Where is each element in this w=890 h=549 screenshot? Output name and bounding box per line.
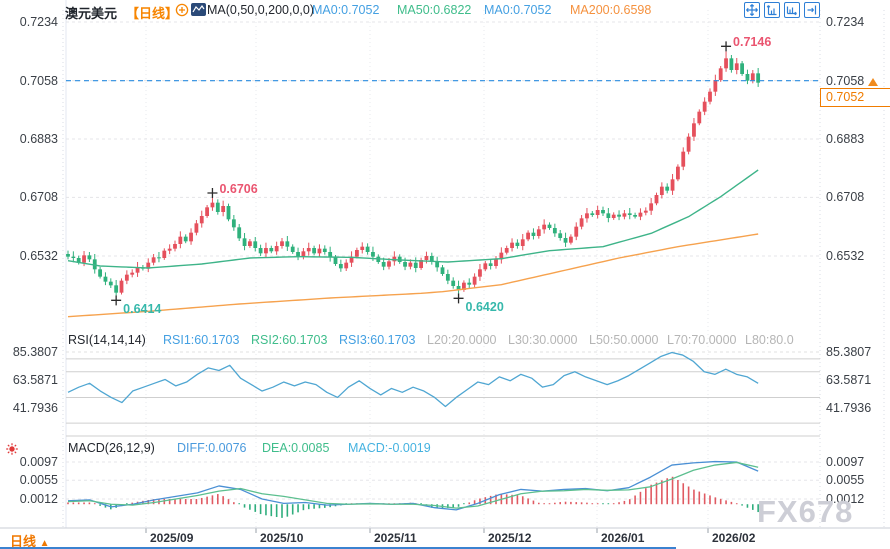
price-axis-label-left: 0.6708 — [19, 190, 58, 205]
time-axis-label: 2025/12 — [488, 531, 532, 545]
rsi-axis-label-left: 41.7936 — [12, 401, 58, 415]
price-axis-label-right: 0.6708 — [826, 190, 865, 205]
go-to-latest-icon[interactable] — [804, 2, 820, 18]
rsi-legend-item: RSI2:60.1703 — [251, 333, 328, 347]
rsi-legend-item: RSI1:60.1703 — [163, 333, 240, 347]
scale-horizontal-icon[interactable] — [784, 2, 800, 18]
macd-axis-label-left: 0.0012 — [19, 491, 58, 506]
rsi-function-label: RSI(14,14,14) — [68, 333, 146, 347]
ma-legend-item: MA200:0.6598 — [570, 3, 652, 17]
price-axis-label-right: 0.7058 — [826, 73, 865, 88]
price-marker-label: 0.6420 — [465, 300, 504, 315]
price-marker-label: 0.7146 — [733, 35, 772, 50]
tab-daily[interactable]: 日线 ▲ — [10, 531, 50, 549]
current-price-badge: 0.7052 — [820, 88, 890, 107]
rsi-level-label: L70:70.0000 — [667, 333, 737, 347]
macd-axis-label-right: 0.0097 — [826, 455, 865, 469]
price-axis-label-left: 0.6532 — [19, 249, 58, 263]
rsi-axis-label-left: 63.5871 — [12, 373, 58, 387]
tab-daily-label: 日线 — [10, 534, 37, 549]
macd-axis-label-left: 0.0097 — [19, 455, 58, 469]
price-axis-label-left: 0.6883 — [19, 132, 58, 146]
rsi-level-label: L30:30.0000 — [508, 333, 578, 347]
macd-legend-item: DEA:0.0085 — [262, 441, 330, 455]
time-axis-label: 2026/01 — [601, 531, 645, 545]
macd-legend-item: MACD:-0.0019 — [348, 441, 431, 455]
scale-vertical-icon[interactable] — [764, 2, 780, 18]
time-axis-label: 2025/09 — [150, 531, 194, 545]
rsi-axis-label-right: 63.5871 — [826, 373, 872, 387]
pan-icon[interactable] — [744, 2, 760, 18]
symbol-title: 澳元美元 — [65, 6, 118, 21]
rsi-level-label: L80:80.0 — [745, 333, 794, 347]
chevron-up-icon: ▲ — [39, 538, 50, 549]
price-axis-label-right: 0.6532 — [826, 249, 865, 263]
price-up-arrow-icon — [868, 78, 878, 86]
mini-chart-icon[interactable] — [191, 3, 207, 18]
plus-circle-icon[interactable] — [175, 3, 191, 18]
chart-canvas[interactable] — [0, 0, 890, 549]
period-label: 【日线】 — [126, 6, 179, 21]
price-axis-label-right: 0.7234 — [826, 15, 865, 29]
watermark: FX678 — [757, 494, 854, 529]
macd-function-label: MACD(26,12,9) — [68, 441, 155, 455]
price-marker-label: 0.6414 — [123, 302, 162, 317]
time-axis-label: 2026/02 — [712, 531, 756, 545]
macd-legend-item: DIFF:0.0076 — [177, 441, 247, 455]
rsi-axis-label-right: 85.3807 — [826, 345, 872, 359]
time-axis-label: 2025/10 — [260, 531, 304, 545]
ma-legend-item: MA50:0.6822 — [397, 3, 472, 17]
rsi-axis-label-right: 41.7936 — [826, 401, 872, 415]
price-marker-label: 0.6706 — [219, 182, 258, 196]
rsi-axis-label-left: 85.3807 — [12, 345, 58, 359]
ma-legend-item: MA0:0.7052 — [312, 3, 380, 17]
ma-legend-item: MA0:0.7052 — [484, 3, 552, 17]
chart-app: 澳元美元 【日线】 MA(0,50,0,200,0,0) MA0:0.7052 M… — [0, 0, 890, 549]
rsi-level-label: L50:50.0000 — [589, 333, 659, 347]
time-axis-label: 2025/11 — [374, 531, 417, 545]
rsi-level-label: L20:20.0000 — [427, 333, 497, 347]
ma-function-label: MA(0,50,0,200,0,0) — [207, 3, 315, 17]
price-axis-label-left: 0.7234 — [19, 15, 58, 29]
rsi-legend-item: RSI3:60.1703 — [339, 333, 416, 347]
price-axis-label-left: 0.7058 — [19, 73, 58, 88]
macd-axis-label-right: 0.0055 — [826, 473, 865, 488]
price-axis-label-right: 0.6883 — [826, 132, 865, 146]
macd-axis-label-left: 0.0055 — [19, 473, 58, 488]
